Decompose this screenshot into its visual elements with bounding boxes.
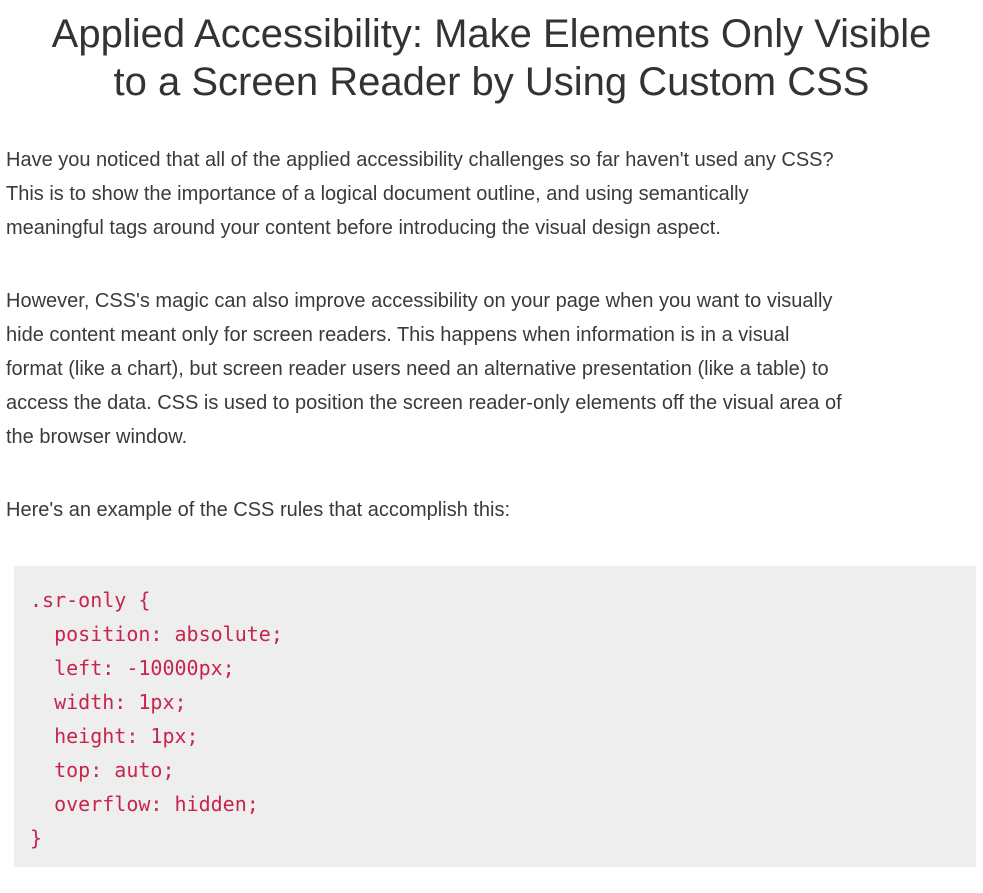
page-title: Applied Accessibility: Make Elements Onl… <box>0 10 983 106</box>
example-intro-paragraph: Here's an example of the CSS rules that … <box>6 493 978 527</box>
page-title-line: to a Screen Reader by Using Custom CSS <box>113 60 870 104</box>
code-line: left: -10000px; <box>30 656 235 680</box>
paragraph-line: However, CSS's magic can also improve ac… <box>6 290 833 312</box>
code-line: top: auto; <box>30 758 175 782</box>
explanation-paragraph: However, CSS's magic can also improve ac… <box>6 284 978 454</box>
intro-paragraph: Have you noticed that all of the applied… <box>6 143 978 245</box>
paragraph-line: hide content meant only for screen reade… <box>6 324 790 346</box>
challenge-description: Applied Accessibility: Make Elements Onl… <box>0 0 983 893</box>
paragraph-line: Have you noticed that all of the applied… <box>6 149 834 171</box>
code-line: height: 1px; <box>30 724 199 748</box>
paragraph-line: This is to show the importance of a logi… <box>6 183 749 205</box>
code-line: overflow: hidden; <box>30 792 259 816</box>
paragraph-line: Here's an example of the CSS rules that … <box>6 499 511 521</box>
paragraph-line: format (like a chart), but screen reader… <box>6 358 829 380</box>
code-line: .sr-only { <box>30 588 151 612</box>
code-example-block: .sr-only { position: absolute; left: -10… <box>14 566 976 867</box>
paragraph-line: access the data. CSS is used to position… <box>6 392 842 414</box>
paragraph-line: the browser window. <box>6 426 188 448</box>
code-line: width: 1px; <box>30 690 187 714</box>
page-title-line: Applied Accessibility: Make Elements Onl… <box>51 12 932 56</box>
code-line: position: absolute; <box>30 622 283 646</box>
code-line: } <box>30 826 43 850</box>
paragraph-line: meaningful tags around your content befo… <box>6 217 721 239</box>
